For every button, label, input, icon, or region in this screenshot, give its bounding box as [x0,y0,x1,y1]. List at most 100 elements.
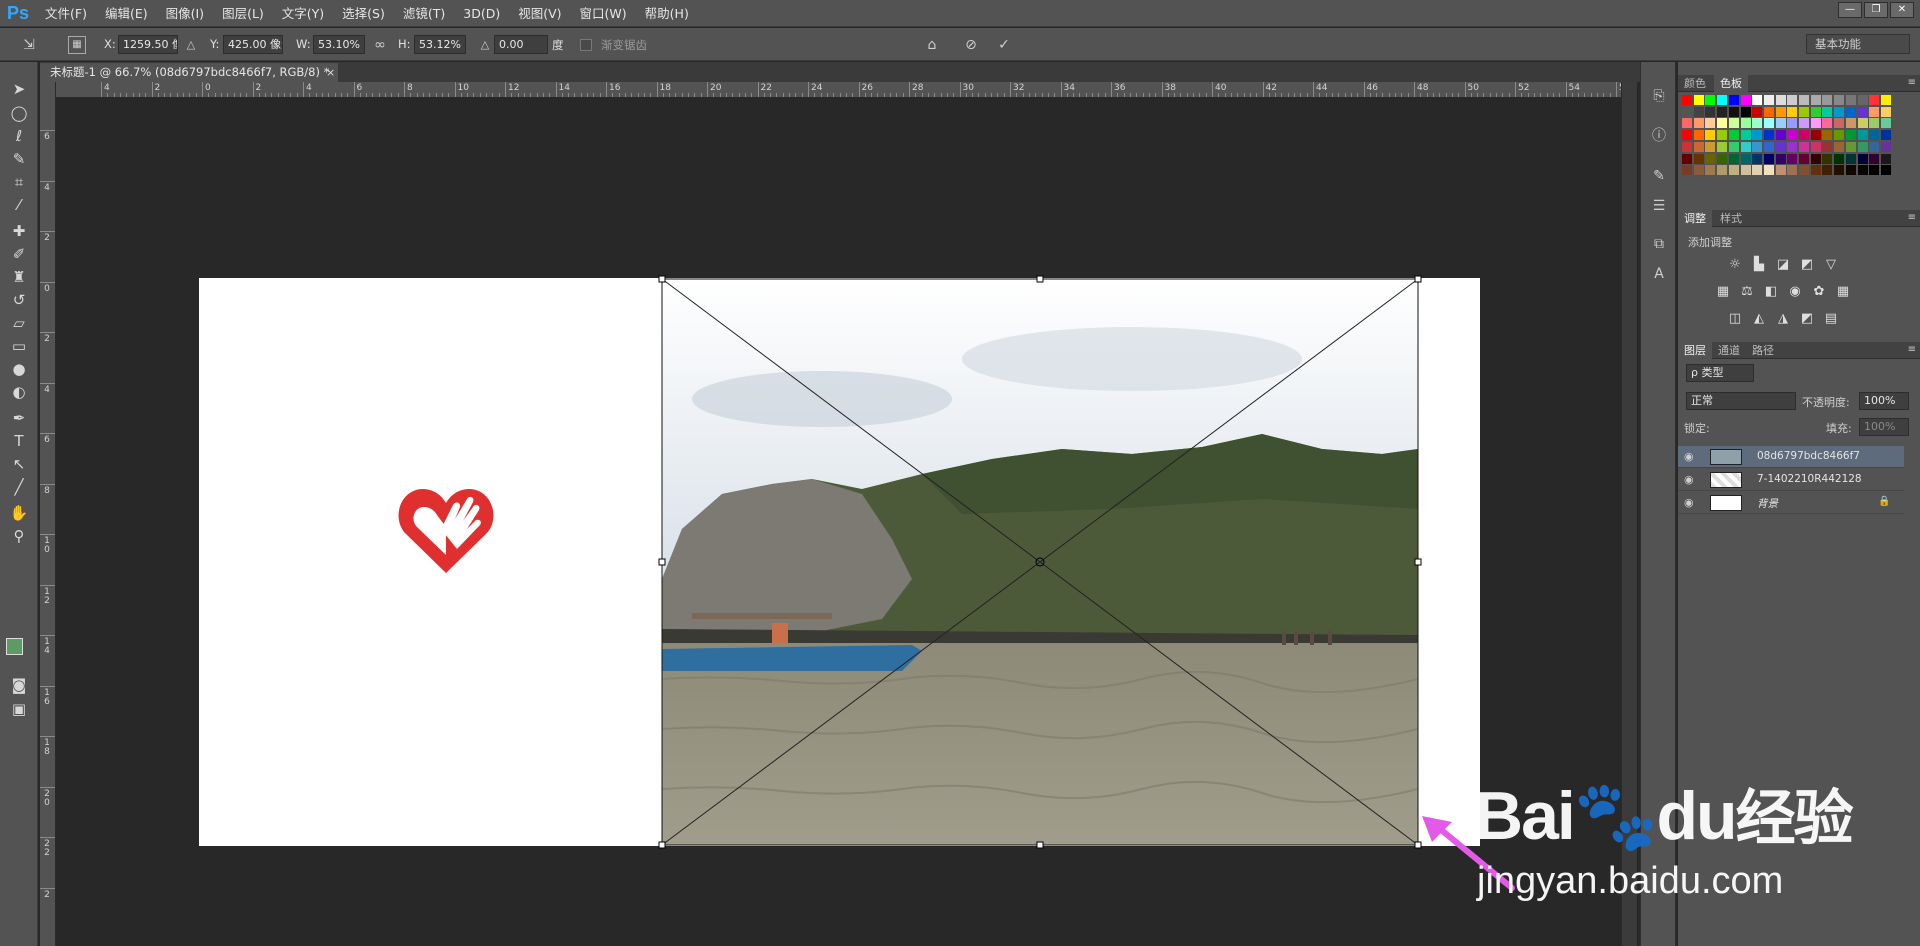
color-swatch[interactable] [1880,95,1891,105]
quick-mask-icon[interactable]: ◙ [6,674,32,696]
color-swatch[interactable] [1869,95,1880,105]
color-swatch[interactable] [1845,165,1856,176]
line-tool-icon[interactable]: ╱ [6,476,32,498]
color-balance-icon[interactable]: ⚖ [1738,284,1756,300]
color-swatch[interactable] [1682,165,1692,176]
color-swatch[interactable] [1775,153,1786,164]
menu-image[interactable]: 图像(I) [157,0,213,27]
menu-type[interactable]: 文字(Y) [273,0,333,27]
color-swatch[interactable] [1845,153,1856,164]
brush-panel-icon[interactable]: ✎ [1649,166,1669,186]
move-tool-icon[interactable]: ➤ [6,78,32,100]
color-swatch[interactable] [1880,118,1891,129]
color-swatch[interactable] [1740,165,1751,176]
path-select-tool-icon[interactable]: ↖ [6,453,32,475]
color-swatch[interactable] [1763,95,1774,105]
color-swatch[interactable] [1822,118,1833,129]
color-swatch[interactable] [1787,106,1798,117]
color-swatch[interactable] [1787,118,1798,129]
color-swatch[interactable] [1717,130,1728,141]
color-swatch[interactable] [1822,153,1833,164]
color-swatch[interactable] [1799,118,1809,129]
color-swatch[interactable] [1869,130,1880,141]
angle-field[interactable]: 0.00 [494,35,548,54]
color-swatch[interactable] [1693,165,1704,176]
color-swatch[interactable] [1728,106,1739,117]
color-swatch[interactable] [1845,141,1856,152]
color-swatch[interactable] [1799,165,1809,176]
transform-bounding-box[interactable] [656,273,1424,851]
menu-view[interactable]: 视图(V) [509,0,570,27]
panel-menu-icon[interactable]: ≡ [1908,210,1916,225]
color-swatch[interactable] [1880,153,1891,164]
threshold-icon[interactable]: ◮ [1774,311,1792,327]
color-swatch[interactable] [1717,106,1728,117]
color-swatch[interactable] [1752,153,1763,164]
info-panel-icon[interactable]: ⓘ [1649,126,1669,146]
color-swatch[interactable] [1869,118,1880,129]
color-swatch[interactable] [1705,141,1716,152]
color-swatch[interactable] [1810,141,1821,152]
color-swatch[interactable] [1717,153,1728,164]
color-swatch[interactable] [1834,165,1845,176]
eraser-tool-icon[interactable]: ▱ [6,312,32,334]
reference-point-icon[interactable]: ▦ [68,36,86,54]
color-swatch[interactable] [1810,165,1821,176]
color-swatch[interactable] [1682,130,1692,141]
color-swatch[interactable] [1728,118,1739,129]
color-swatch[interactable] [1834,153,1845,164]
tab-adjustments[interactable]: 调整 [1678,210,1712,227]
history-brush-tool-icon[interactable]: ↺ [6,289,32,311]
color-swatch[interactable] [1752,118,1763,129]
visibility-eye-icon[interactable]: ◉ [1684,496,1694,509]
color-swatch[interactable] [1763,153,1774,164]
workspace-select[interactable]: 基本功能 [1806,34,1910,54]
color-swatch[interactable] [1857,118,1868,129]
zoom-tool-icon[interactable]: ⚲ [6,525,32,547]
cancel-transform-icon[interactable]: ⊘ [962,36,980,54]
color-swatch[interactable] [1763,141,1774,152]
photo-filter-icon[interactable]: ◉ [1786,284,1804,300]
link-icon[interactable]: ∞ [371,36,389,54]
menu-layer[interactable]: 图层(L) [213,0,273,27]
color-swatch[interactable] [1869,165,1880,176]
color-swatch[interactable] [1799,95,1809,105]
color-swatch[interactable] [1834,106,1845,117]
visibility-eye-icon[interactable]: ◉ [1684,450,1694,463]
color-swatch[interactable] [1799,130,1809,141]
color-swatch[interactable] [1775,141,1786,152]
exposure-icon[interactable]: ◩ [1798,257,1816,273]
color-swatch[interactable] [1822,165,1833,176]
hue-saturation-icon[interactable]: ▦ [1714,284,1732,300]
color-swatch[interactable] [1822,130,1833,141]
color-swatch[interactable] [1682,153,1692,164]
color-swatch[interactable] [1740,95,1751,105]
fill-field[interactable]: 100% [1859,418,1909,436]
color-swatch[interactable] [1845,130,1856,141]
color-swatch[interactable] [1787,153,1798,164]
color-swatch[interactable] [1810,106,1821,117]
layer-filter-select[interactable]: ρ 类型 [1686,364,1754,382]
brush-tool-icon[interactable]: ✐ [6,243,32,265]
hand-tool-icon[interactable]: ✋ [6,502,32,524]
color-swatch[interactable] [1775,165,1786,176]
color-swatch[interactable] [1740,130,1751,141]
color-swatch[interactable] [1799,153,1809,164]
color-swatch[interactable] [1763,106,1774,117]
type-tool-icon[interactable]: T [6,430,32,452]
visibility-eye-icon[interactable]: ◉ [1684,473,1694,486]
color-swatch[interactable] [1705,95,1716,105]
color-swatch[interactable] [1810,118,1821,129]
color-swatch[interactable] [1682,141,1692,152]
color-swatch[interactable] [1682,95,1692,105]
swatches-grid[interactable] [1678,93,1920,205]
restore-button[interactable]: ❐ [1864,2,1888,18]
tab-swatches[interactable]: 色板 [1714,75,1748,92]
selective-color-icon[interactable]: ◩ [1798,311,1816,327]
color-swatch[interactable] [1810,153,1821,164]
color-swatch[interactable] [1845,95,1856,105]
color-swatch[interactable] [1763,118,1774,129]
healing-brush-tool-icon[interactable]: ✚ [6,220,32,242]
pen-tool-icon[interactable]: ✒ [6,407,32,429]
color-swatch[interactable] [1740,118,1751,129]
